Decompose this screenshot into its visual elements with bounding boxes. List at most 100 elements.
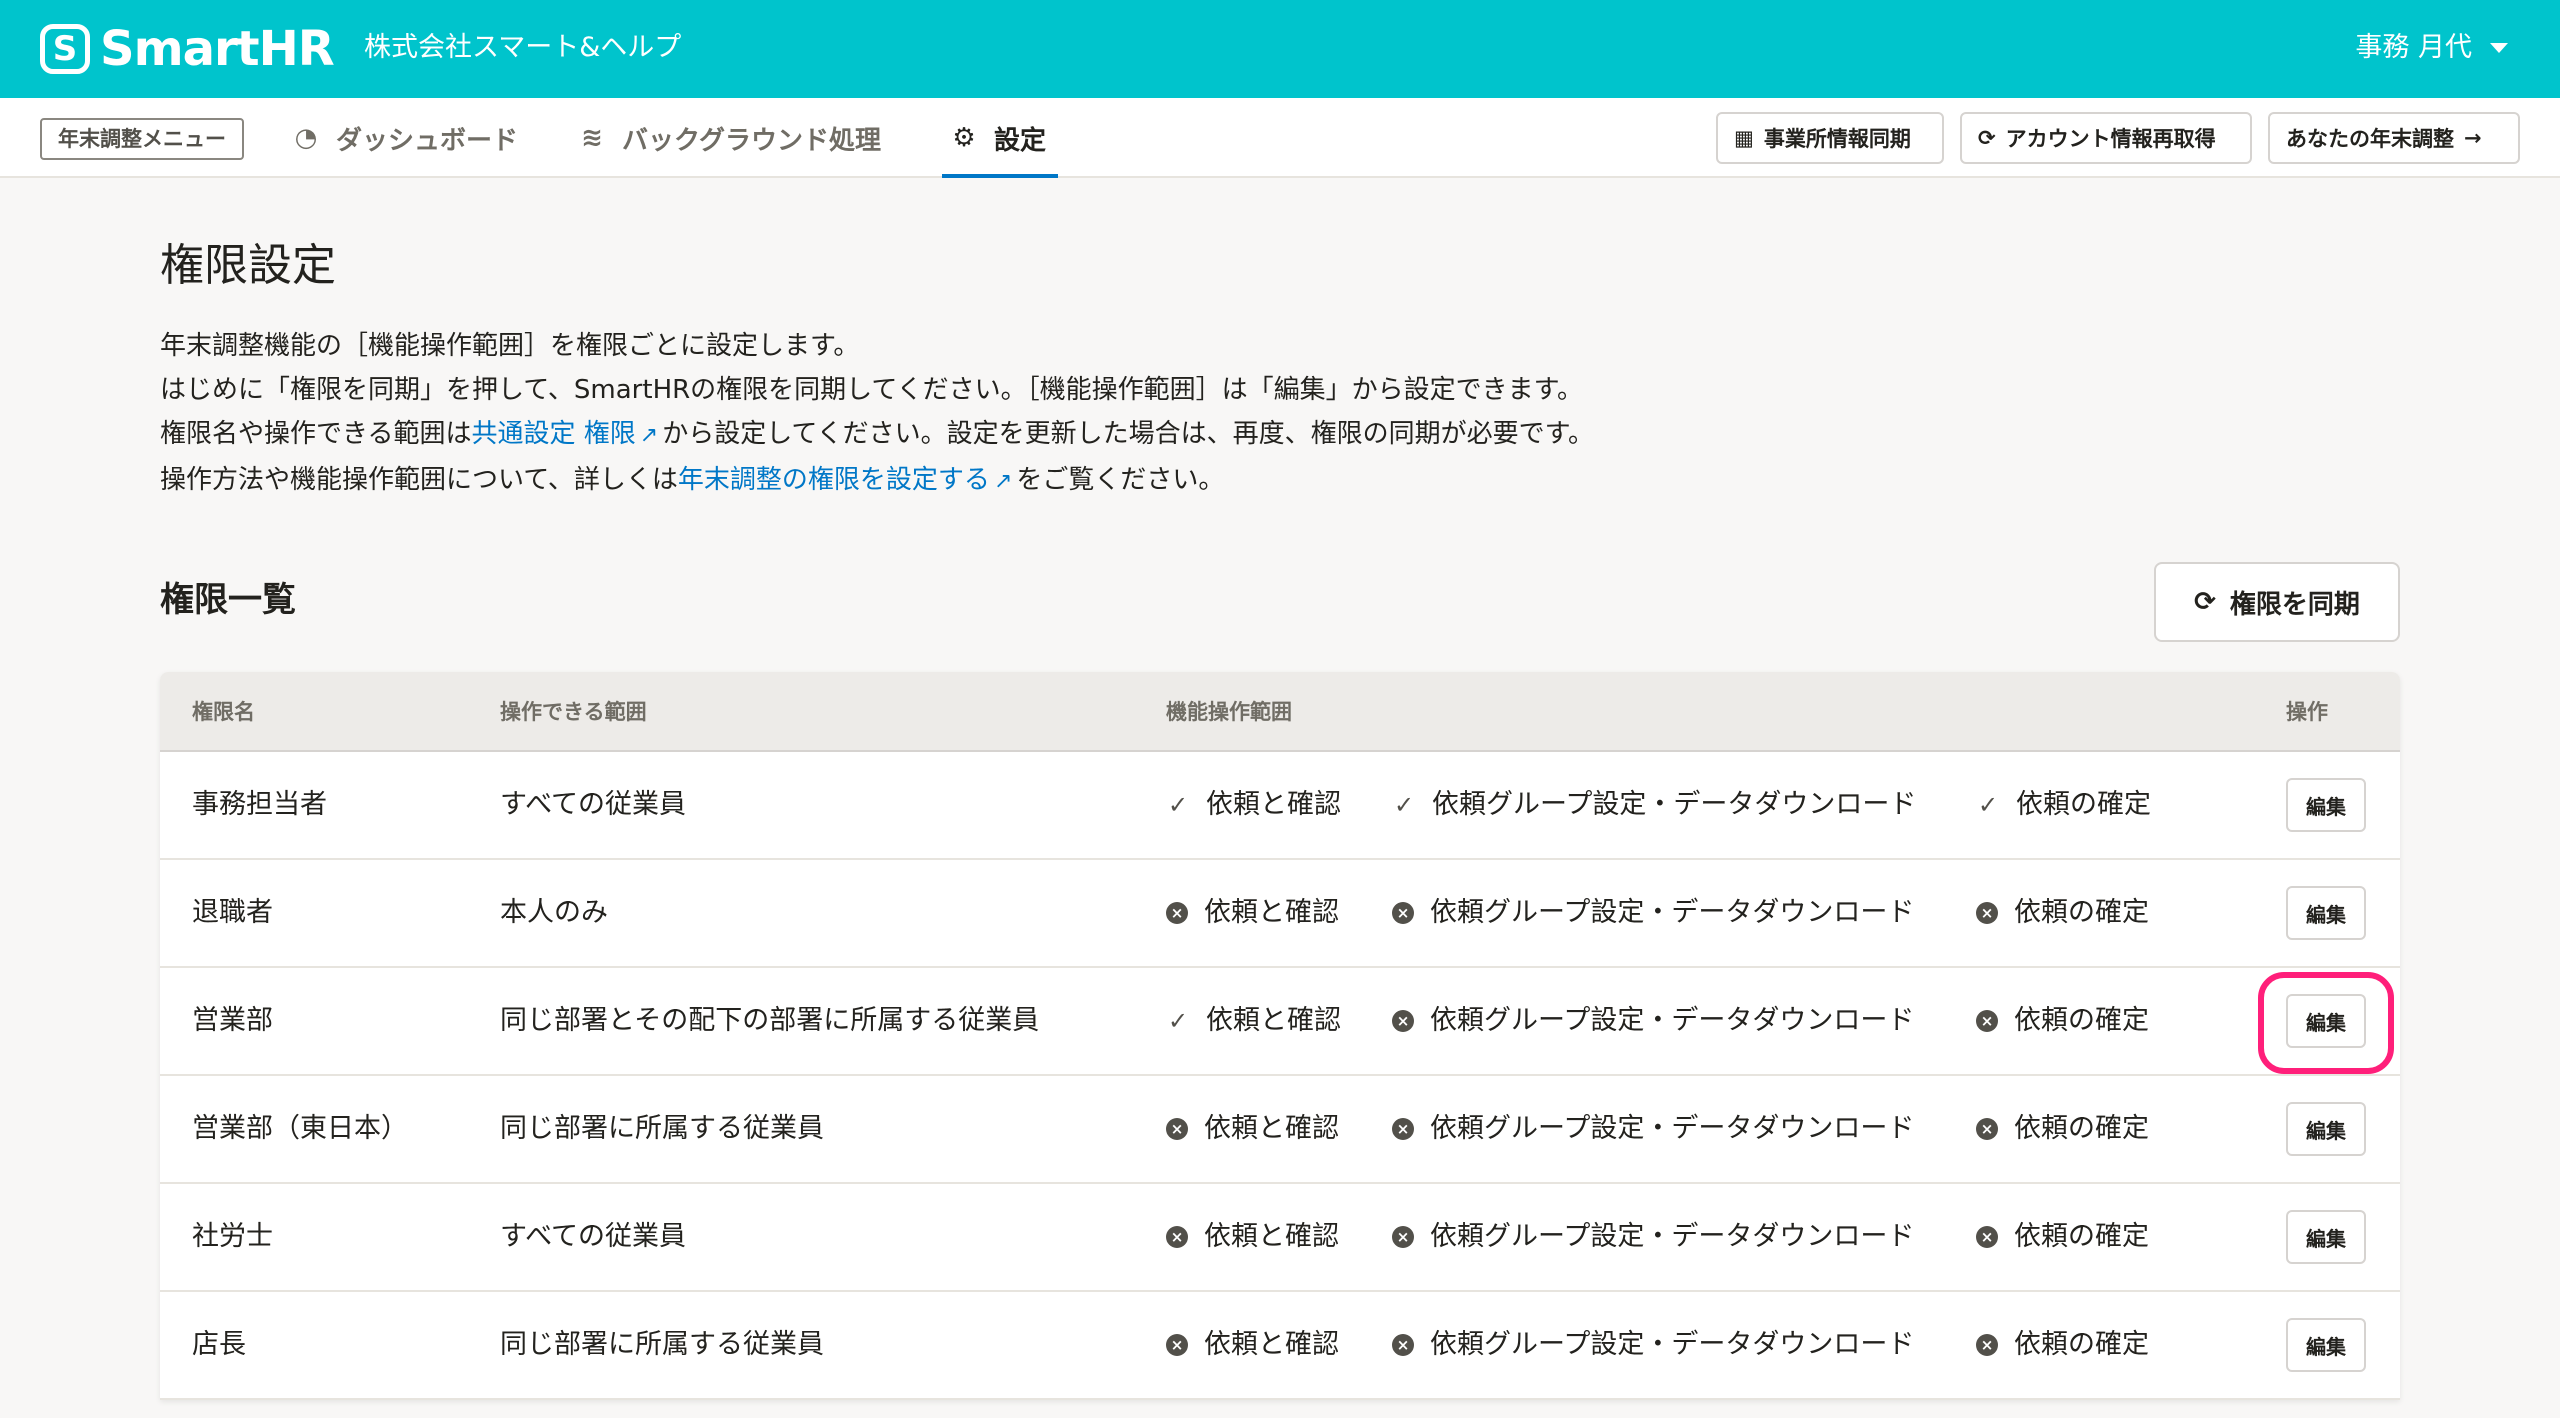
desc-text: をご覧ください。 bbox=[1016, 465, 1225, 495]
header-scope: 操作できる範囲 bbox=[500, 700, 647, 724]
permission-name: 退職者 bbox=[192, 897, 273, 928]
function-label: 依頼の確定 bbox=[2014, 1329, 2149, 1360]
function-permission: × 依頼グループ設定・データダウンロード bbox=[1392, 860, 1914, 966]
table-row: 退職者 本人のみ × 依頼と確認 × 依頼グループ設定・データダウンロード × 依頼の確定 編集 bbox=[160, 860, 2400, 968]
header-actions: 操作 bbox=[2286, 700, 2328, 724]
function-permission: × 依頼グループ設定・データダウンロード bbox=[1392, 1184, 1914, 1290]
header-permission-name: 権限名 bbox=[192, 700, 255, 724]
tab-label: ダッシュボード bbox=[336, 125, 519, 156]
check-icon: ✓ bbox=[1167, 1007, 1189, 1035]
sub-navigation: 年末調整メニュー ◔ ダッシュボード ≋ バックグラウンド処理 ⚙ 設定 ▦ 事… bbox=[0, 98, 2560, 178]
refresh-icon: ⟳ bbox=[1978, 126, 1996, 150]
function-permission: × 依頼と確認 bbox=[1166, 860, 1339, 966]
function-permission: × 依頼グループ設定・データダウンロード bbox=[1392, 1292, 1914, 1398]
office-sync-button[interactable]: ▦ 事業所情報同期 bbox=[1716, 112, 1944, 164]
tab-label: 設定 bbox=[994, 125, 1047, 156]
cross-circle-icon: × bbox=[1392, 1226, 1414, 1248]
tab-settings[interactable]: ⚙ 設定 bbox=[948, 98, 1046, 178]
edit-button[interactable]: 編集 bbox=[2286, 1318, 2366, 1372]
cross-circle-icon: × bbox=[1976, 1226, 1998, 1248]
desc-line: 権限名や操作できる範囲は共通設定 権限 ↗ から設定してください。設定を更新した場合… bbox=[160, 412, 1960, 458]
function-permission: × 依頼グループ設定・データダウンロード bbox=[1392, 1076, 1914, 1182]
logo-text: SmartHR bbox=[100, 21, 335, 77]
cross-circle-icon: × bbox=[1392, 1334, 1414, 1356]
table-row: 社労士 すべての従業員 × 依頼と確認 × 依頼グループ設定・データダウンロード × 依頼の確… bbox=[160, 1184, 2400, 1292]
sync-permissions-button[interactable]: ⟳ 権限を同期 bbox=[2154, 562, 2400, 642]
link-text: 共通設定 権限 bbox=[471, 419, 636, 449]
function-permission: ✓ 依頼と確認 bbox=[1166, 968, 1341, 1074]
check-icon: ✓ bbox=[1977, 791, 1999, 819]
permission-name: 店長 bbox=[192, 1329, 246, 1360]
page-title: 権限設定 bbox=[160, 240, 336, 291]
table-body: 事務担当者 すべての従業員 ✓ 依頼と確認 ✓ 依頼グループ設定・データダウンロード ✓ 依頼… bbox=[160, 752, 2400, 1400]
my-year-end-button[interactable]: あなたの年末調整 → bbox=[2268, 112, 2520, 164]
function-label: 依頼グループ設定・データダウンロード bbox=[1430, 897, 1915, 928]
permission-scope: すべての従業員 bbox=[500, 789, 687, 820]
permission-scope: すべての従業員 bbox=[500, 1221, 687, 1252]
gauge-icon: ◔ bbox=[294, 123, 318, 153]
menu-badge: 年末調整メニュー bbox=[40, 118, 244, 160]
tab-background-jobs[interactable]: ≋ バックグラウンド処理 bbox=[576, 98, 881, 178]
desc-line: 年末調整機能の［機能操作範囲］を権限ごとに設定します。 bbox=[160, 331, 860, 361]
function-label: 依頼と確認 bbox=[1204, 1221, 1339, 1252]
tab-label: バックグラウンド処理 bbox=[622, 125, 881, 156]
cross-circle-icon: × bbox=[1392, 1118, 1414, 1140]
app-header: S SmartHR 株式会社スマート&ヘルプ 事務 月代 bbox=[0, 0, 2560, 98]
edit-button[interactable]: 編集 bbox=[2286, 994, 2366, 1048]
help-permission-link[interactable]: 年末調整の権限を設定する ↗ bbox=[678, 465, 1016, 495]
function-label: 依頼と確認 bbox=[1204, 1113, 1339, 1144]
edit-button[interactable]: 編集 bbox=[2286, 1210, 2366, 1264]
check-icon: ✓ bbox=[1167, 791, 1189, 819]
active-tab-indicator bbox=[942, 174, 1058, 178]
button-label: 権限を同期 bbox=[2229, 589, 2360, 620]
function-label: 依頼と確認 bbox=[1204, 1329, 1339, 1360]
page-description: 年末調整機能の［機能操作範囲］を権限ごとに設定します。 はじめに「権限を同期」を… bbox=[160, 324, 1960, 504]
function-label: 依頼の確定 bbox=[2014, 1221, 2149, 1252]
button-label: あなたの年末調整 bbox=[2286, 127, 2454, 151]
function-permission: × 依頼の確定 bbox=[1976, 1184, 2149, 1290]
function-label: 依頼グループ設定・データダウンロード bbox=[1430, 1005, 1915, 1036]
cross-circle-icon: × bbox=[1166, 1118, 1188, 1140]
edit-button[interactable]: 編集 bbox=[2286, 886, 2366, 940]
function-permission: × 依頼グループ設定・データダウンロード bbox=[1392, 968, 1914, 1074]
caret-down-icon bbox=[2490, 43, 2508, 53]
cross-circle-icon: × bbox=[1166, 902, 1188, 924]
tab-dashboard[interactable]: ◔ ダッシュボード bbox=[290, 98, 518, 178]
smarthr-logo[interactable]: S SmartHR bbox=[40, 21, 335, 77]
permission-name: 事務担当者 bbox=[192, 789, 327, 820]
function-label: 依頼グループ設定・データダウンロード bbox=[1430, 1113, 1915, 1144]
section-title: 権限一覧 bbox=[160, 580, 296, 620]
table-row: 店長 同じ部署に所属する従業員 × 依頼と確認 × 依頼グループ設定・データダウンロード ×… bbox=[160, 1292, 2400, 1400]
cross-circle-icon: × bbox=[1166, 1226, 1188, 1248]
cross-circle-icon: × bbox=[1976, 1118, 1998, 1140]
desc-text: 操作方法や機能操作範囲について、詳しくは bbox=[160, 465, 678, 495]
building-icon: ▦ bbox=[1734, 126, 1754, 150]
cross-circle-icon: × bbox=[1392, 1010, 1414, 1032]
function-permission: × 依頼と確認 bbox=[1166, 1292, 1339, 1398]
permission-scope: 同じ部署に所属する従業員 bbox=[500, 1113, 824, 1144]
header-functions: 機能操作範囲 bbox=[1166, 700, 1292, 724]
function-label: 依頼グループ設定・データダウンロード bbox=[1432, 789, 1917, 820]
function-permission: × 依頼の確定 bbox=[1976, 860, 2149, 966]
edit-button[interactable]: 編集 bbox=[2286, 778, 2366, 832]
permission-scope: 同じ部署に所属する従業員 bbox=[500, 1329, 824, 1360]
arrow-right-icon: → bbox=[2464, 126, 2482, 150]
common-settings-permission-link[interactable]: 共通設定 権限 ↗ bbox=[471, 419, 662, 449]
function-permission: ✓ 依頼グループ設定・データダウンロード bbox=[1392, 752, 1916, 858]
account-refetch-button[interactable]: ⟳ アカウント情報再取得 bbox=[1960, 112, 2252, 164]
company-name: 株式会社スマート&ヘルプ bbox=[364, 32, 682, 63]
desc-text: から設定してください。設定を更新した場合は、再度、権限の同期が必要です。 bbox=[662, 419, 1595, 449]
check-icon: ✓ bbox=[1393, 791, 1415, 819]
function-permission: ✓ 依頼と確認 bbox=[1166, 752, 1341, 858]
function-label: 依頼と確認 bbox=[1206, 789, 1341, 820]
edit-button[interactable]: 編集 bbox=[2286, 1102, 2366, 1156]
permission-name: 営業部（東日本） bbox=[192, 1113, 408, 1144]
permission-scope: 同じ部署とその配下の部署に所属する従業員 bbox=[500, 1005, 1040, 1036]
button-label: 事業所情報同期 bbox=[1763, 127, 1911, 151]
database-icon: ≋ bbox=[581, 123, 603, 153]
function-label: 依頼の確定 bbox=[2014, 897, 2149, 928]
table-header: 権限名 操作できる範囲 機能操作範囲 操作 bbox=[160, 672, 2400, 752]
user-menu[interactable]: 事務 月代 bbox=[2355, 28, 2508, 68]
function-label: 依頼と確認 bbox=[1204, 897, 1339, 928]
function-permission: × 依頼と確認 bbox=[1166, 1184, 1339, 1290]
